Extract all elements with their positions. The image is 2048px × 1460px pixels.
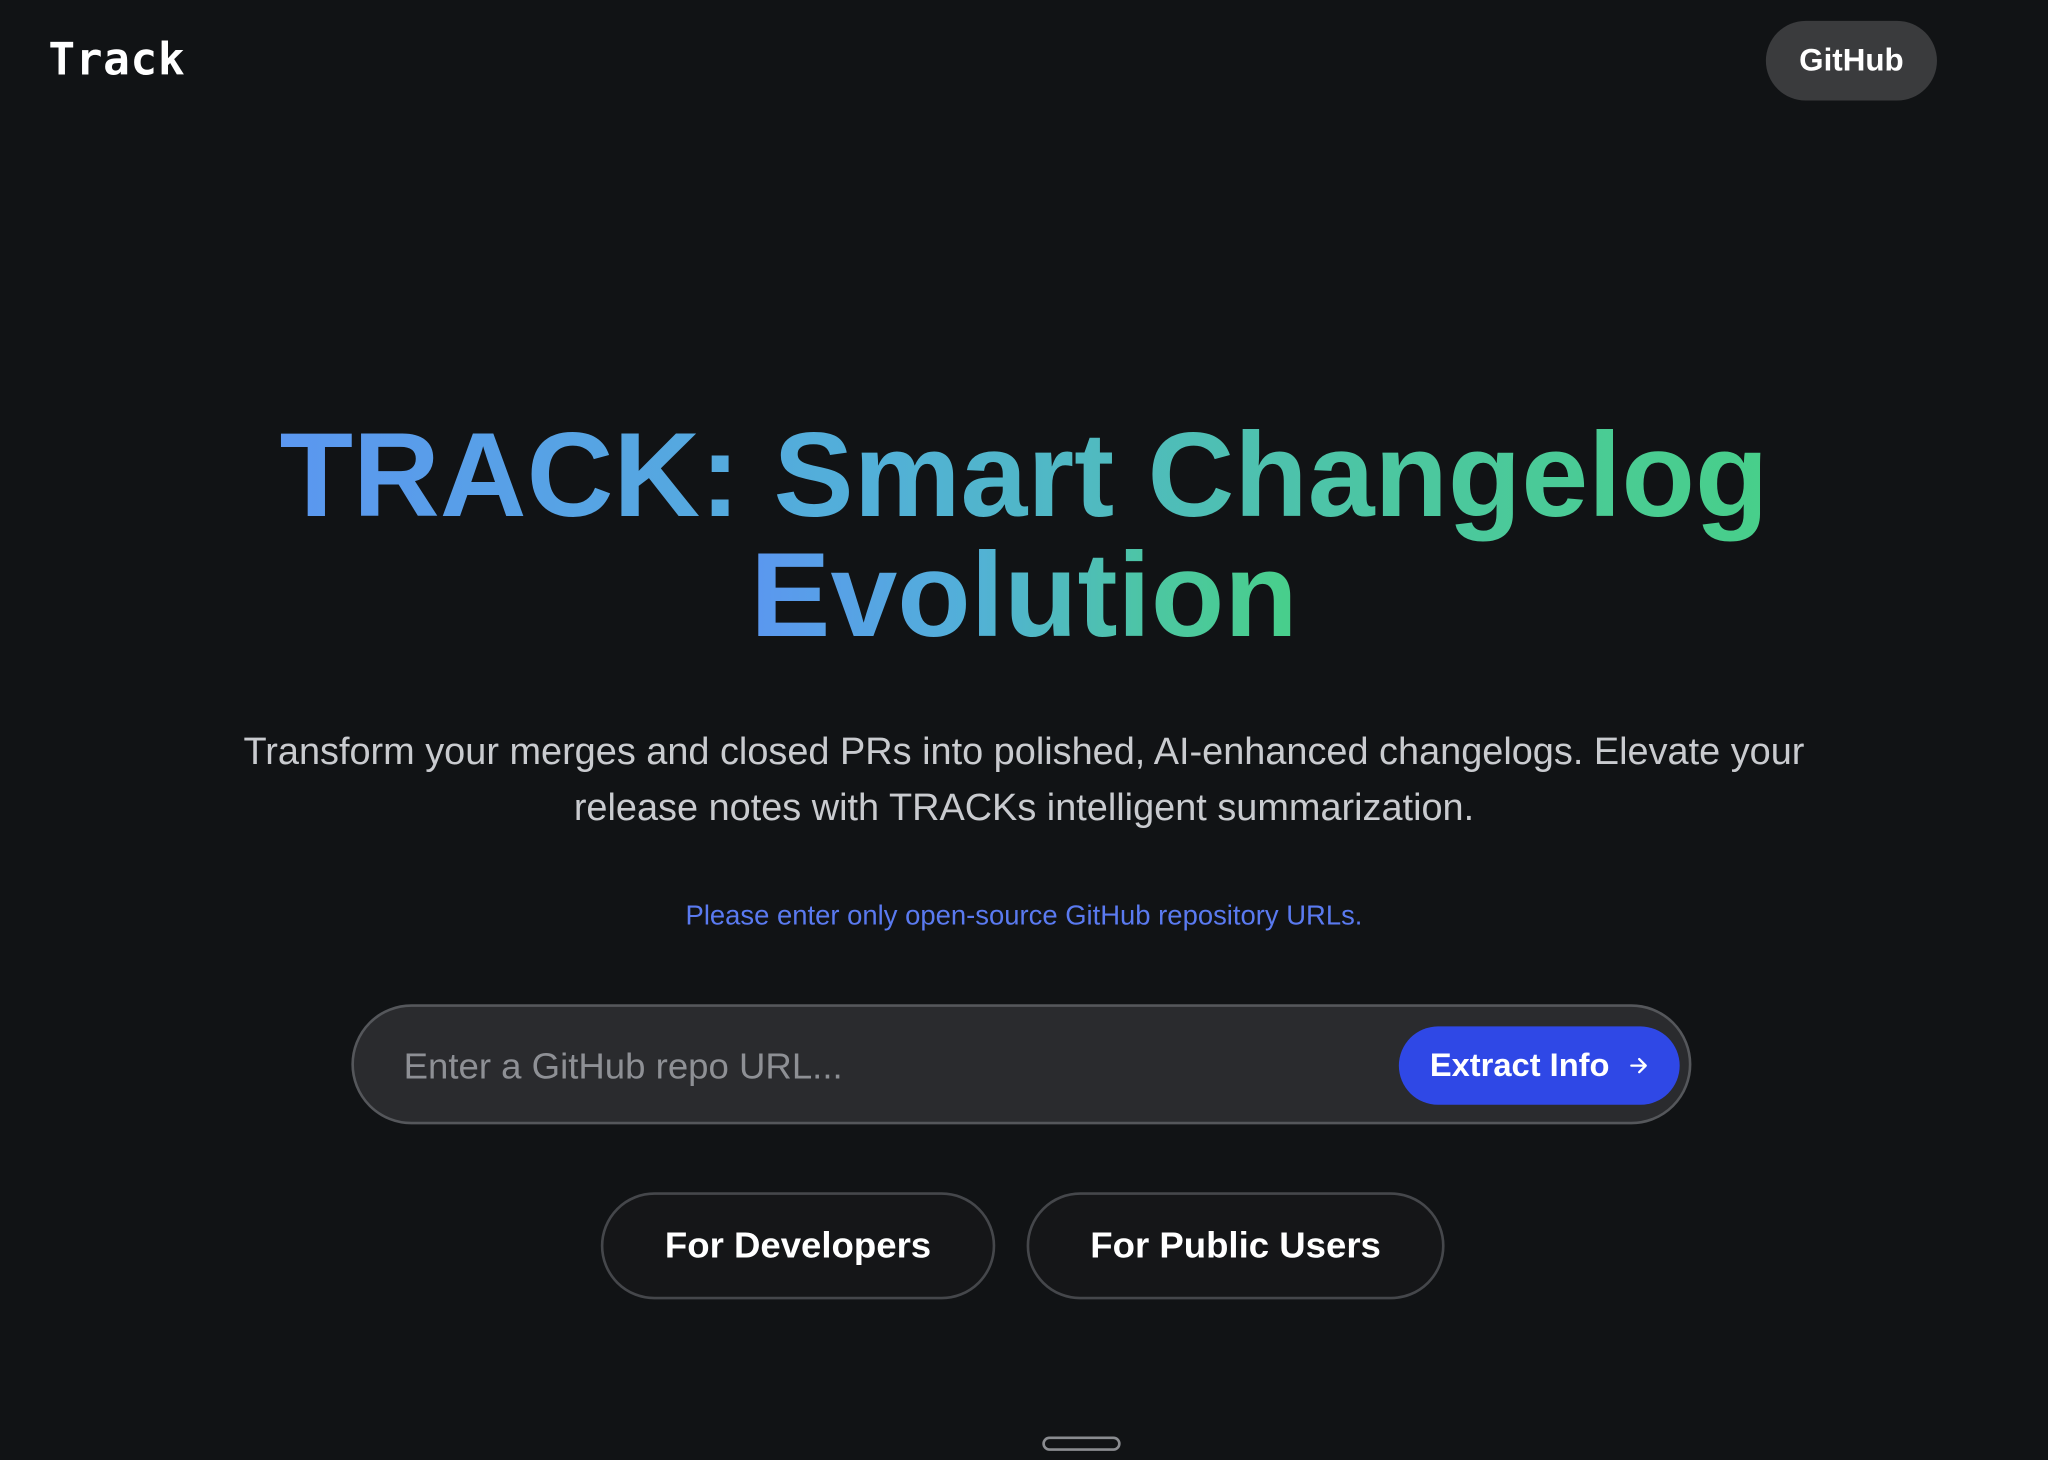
repo-search-bar: Extract Info — [351, 1004, 1692, 1125]
for-public-users-button[interactable]: For Public Users — [1026, 1192, 1445, 1300]
scroll-indicator[interactable] — [1042, 1436, 1121, 1451]
hero-title: TRACK: Smart Changelog Evolution — [0, 415, 2048, 655]
arrow-right-icon — [1630, 1057, 1648, 1074]
hero-title-line-1: TRACK: Smart Changelog — [279, 408, 1769, 542]
extract-info-button[interactable]: Extract Info — [1398, 1026, 1680, 1105]
repo-url-input[interactable] — [400, 1032, 1373, 1101]
logo[interactable]: Track — [48, 34, 185, 86]
hero-title-line-2: Evolution — [750, 528, 1298, 663]
extract-info-label: Extract Info — [1429, 1046, 1610, 1084]
hero-subtitle: Transform your merges and closed PRs int… — [243, 731, 1805, 830]
for-developers-button[interactable]: For Developers — [600, 1192, 996, 1300]
landing-page: Track GitHub TRACK: Smart Changelog Evol… — [0, 0, 2048, 1460]
repo-url-notice: Please enter only open-source GitHub rep… — [685, 901, 1363, 932]
github-button[interactable]: GitHub — [1765, 20, 1937, 101]
